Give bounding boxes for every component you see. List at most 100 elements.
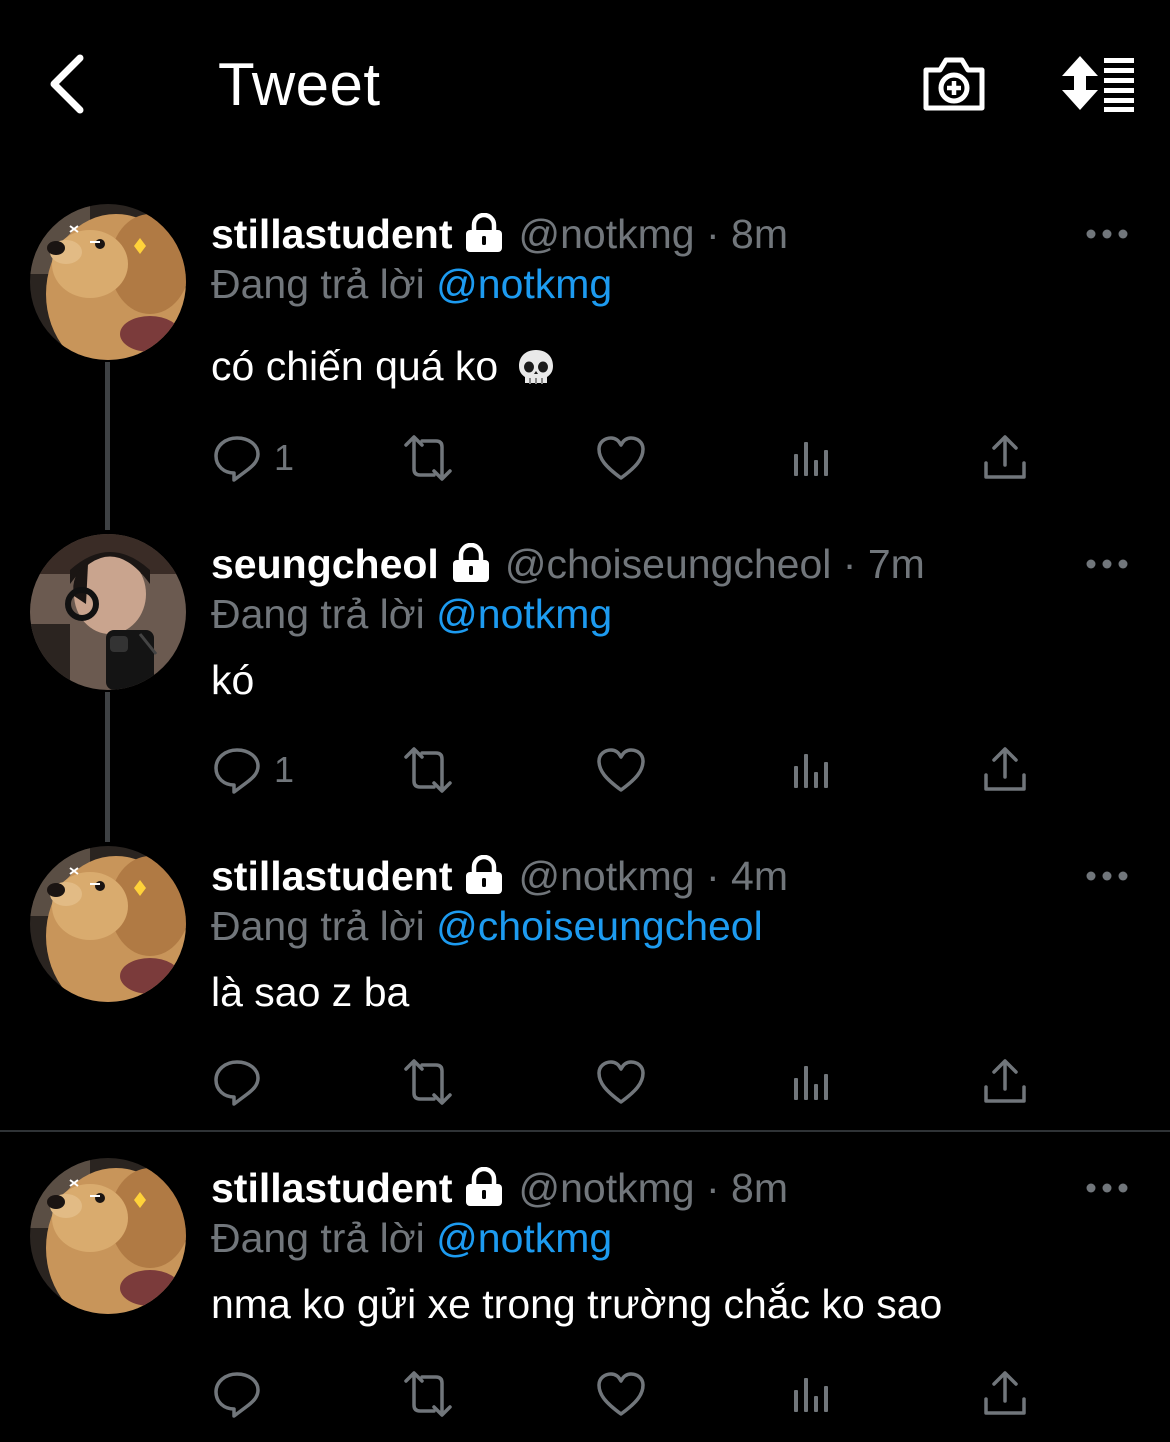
retweet-button[interactable] [398,740,458,800]
heart-icon [596,1371,646,1417]
more-options-button[interactable] [1084,864,1130,888]
share-icon [980,745,1030,795]
dog-avatar-image [30,846,186,1002]
reply-button[interactable] [212,1364,262,1424]
views-button[interactable] [792,740,836,800]
replying-to: Đang trả lời @notkmg [211,254,612,314]
tweet[interactable]: seungcheol @choiseungcheol · 7m Đang trả … [0,534,1170,824]
lock-icon [449,543,493,583]
replying-to-label: Đang trả lời [211,591,425,637]
separator: · [705,853,720,899]
avatar[interactable] [30,534,186,690]
reply-button[interactable]: 1 [212,428,294,488]
more-options-button[interactable] [1084,1176,1130,1200]
person-selfie-avatar-image [30,534,186,690]
heart-icon [596,1059,646,1105]
skull-emoji [516,348,556,388]
dog-avatar-image [30,204,186,360]
tweet[interactable]: stillastudent @notkmg · 8m Đang trả lời @… [0,204,1170,504]
replying-to: Đang trả lời @choiseungcheol [211,896,763,956]
timestamp[interactable]: 8m [731,1165,788,1211]
avatar[interactable] [30,1158,186,1314]
tweet-text-content: nma ko gửi xe trong trường chắc ko sao [211,1281,943,1327]
retweet-button[interactable] [398,428,458,488]
handle[interactable]: @choiseungcheol [505,541,832,587]
timestamp[interactable]: 8m [731,211,788,257]
reply-button[interactable] [212,1052,262,1112]
share-button[interactable] [980,1364,1030,1424]
mention-link[interactable]: @notkmg [436,591,612,637]
lock-icon [462,855,506,895]
views-button[interactable] [792,428,836,488]
chevron-left-icon [50,54,84,114]
mention-link[interactable]: @choiseungcheol [436,903,763,949]
handle[interactable]: @notkmg [518,853,694,899]
share-button[interactable] [980,1052,1030,1112]
views-button[interactable] [792,1052,836,1112]
display-name[interactable]: stillastudent [211,1165,452,1211]
display-name[interactable]: stillastudent [211,211,452,257]
tweet-text: nma ko gửi xe trong trường chắc ko sao [211,1274,942,1334]
like-button[interactable] [596,740,646,800]
retweet-icon [398,745,458,795]
camera-plus-icon [923,57,985,111]
reply-count: 1 [274,749,295,790]
like-button[interactable] [596,428,646,488]
replying-to-label: Đang trả lời [211,903,425,949]
tweet-text-content: có chiến quá ko [211,343,499,389]
tweet-actions [0,1052,1170,1112]
handle[interactable]: @notkmg [518,1165,694,1211]
tweet-text: kó [211,650,254,710]
handle[interactable]: @notkmg [518,211,694,257]
camera-button[interactable] [920,50,988,116]
tweet[interactable]: stillastudent @notkmg · 4m Đang trả lời @… [0,846,1170,1126]
more-icon [1084,552,1130,576]
tweet-text-content: kó [211,657,255,703]
timestamp[interactable]: 7m [868,541,925,587]
lock-icon [462,1167,506,1207]
more-options-button[interactable] [1084,552,1130,576]
tweet-actions: 1 [0,428,1170,488]
top-nav-bar: Tweet [0,0,1170,170]
reply-button[interactable]: 1 [212,740,294,800]
display-name[interactable]: seungcheol [211,541,439,587]
share-icon [980,1369,1030,1419]
share-icon [980,433,1030,483]
mention-link[interactable]: @notkmg [436,1215,612,1261]
display-name[interactable]: stillastudent [211,853,452,899]
retweet-icon [398,1369,458,1419]
page-title: Tweet [218,51,381,118]
heart-icon [596,747,646,793]
views-button[interactable] [792,1364,836,1424]
tweet-text: có chiến quá ko [211,336,556,396]
timestamp[interactable]: 4m [731,853,788,899]
like-button[interactable] [596,1052,646,1112]
reply-count: 1 [274,437,295,478]
views-icon [792,438,836,478]
more-icon [1084,864,1130,888]
share-button[interactable] [980,428,1030,488]
replying-to-label: Đang trả lời [211,261,425,307]
reply-icon [212,1057,262,1107]
separator: · [705,1165,720,1211]
tweet-actions [0,1364,1170,1424]
tweet-text-content: là sao z ba [211,969,410,1015]
like-button[interactable] [596,1364,646,1424]
retweet-button[interactable] [398,1052,458,1112]
share-button[interactable] [980,740,1030,800]
reply-icon [212,745,262,795]
avatar[interactable] [30,846,186,1002]
mention-link[interactable]: @notkmg [436,261,612,307]
retweet-button[interactable] [398,1364,458,1424]
sort-list-icon [1062,56,1134,112]
avatar[interactable] [30,204,186,360]
replying-to-label: Đang trả lời [211,1215,425,1261]
more-options-button[interactable] [1084,222,1130,246]
tweet[interactable]: stillastudent @notkmg · 8m Đang trả lời @… [0,1158,1170,1438]
tweet-actions: 1 [0,740,1170,800]
separator: · [842,541,857,587]
replying-to: Đang trả lời @notkmg [211,1208,612,1268]
back-button[interactable] [40,52,100,116]
more-icon [1084,1176,1130,1200]
sort-button[interactable] [1058,52,1138,114]
